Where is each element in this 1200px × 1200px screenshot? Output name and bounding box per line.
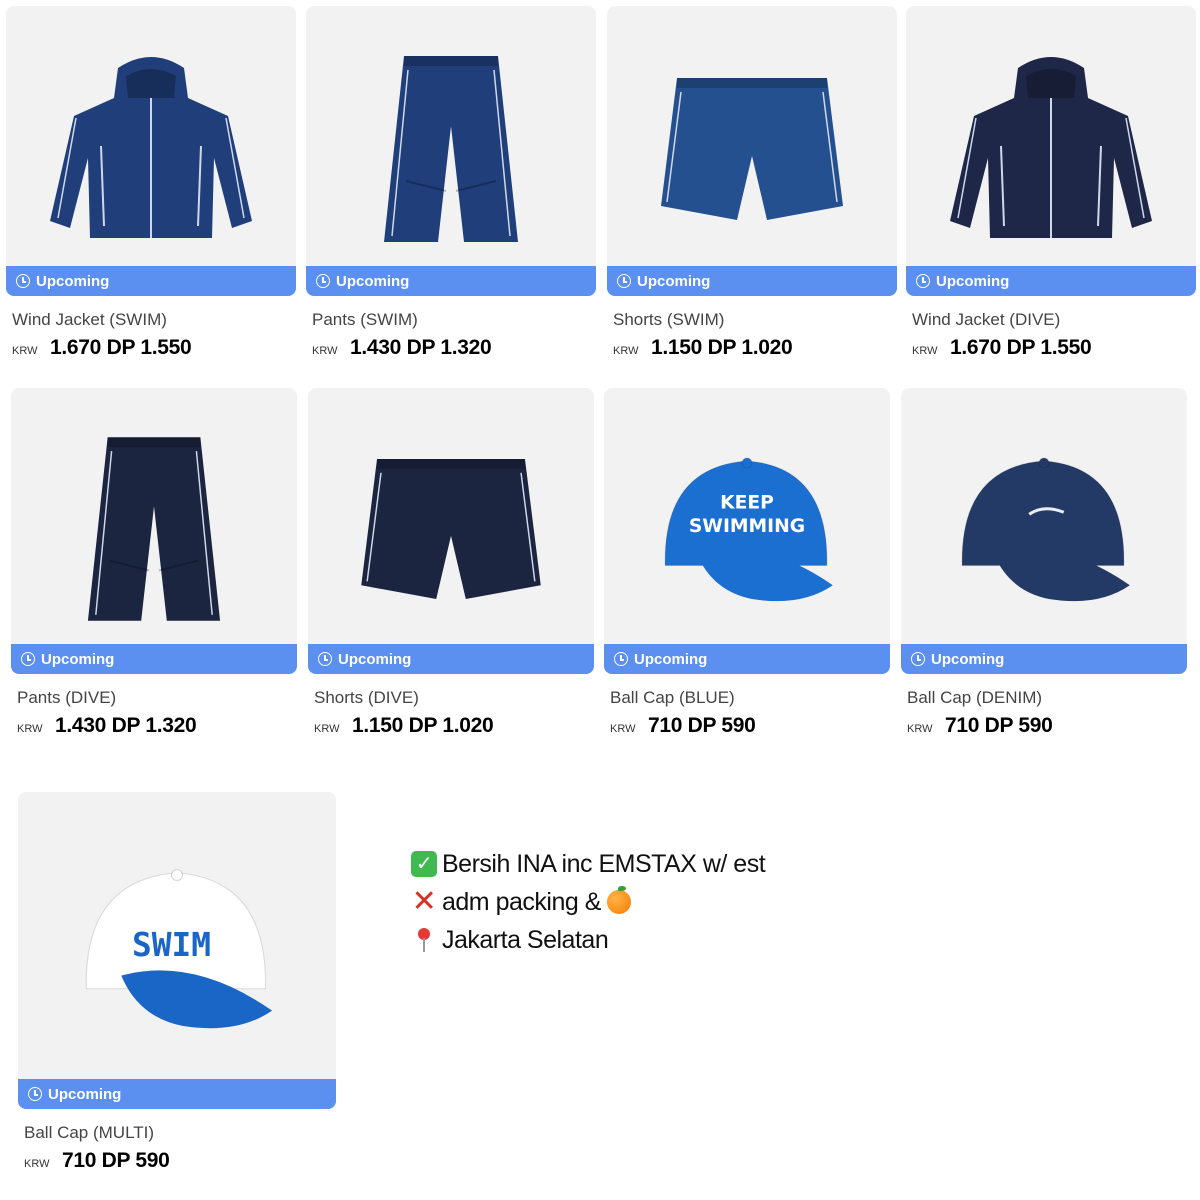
- product-price: 1.430 DP 1.320: [55, 714, 197, 737]
- status-badge: Upcoming: [6, 266, 296, 296]
- product-card[interactable]: Upcoming Pants (DIVE) KRW 1.430 DP 1.320: [11, 388, 297, 738]
- jacket-icon: [50, 57, 252, 238]
- product-price: 1.430 DP 1.320: [350, 336, 492, 359]
- svg-text:SWIMMING: SWIMMING: [689, 516, 805, 537]
- status-badge: Upcoming: [901, 644, 1187, 674]
- notes-block: ✓ Bersih INA inc EMSTAX w/ est ✕ adm pac…: [410, 845, 766, 959]
- note-text: adm packing &: [442, 888, 601, 916]
- product-name[interactable]: Pants (SWIM): [306, 310, 596, 330]
- product-image[interactable]: SWIM Upcoming: [18, 792, 336, 1109]
- product-card[interactable]: KEEP SWIMMING Upcoming Ball Cap (BLUE) K…: [604, 388, 890, 738]
- currency-label: KRW: [312, 345, 338, 357]
- product-price: 1.670 DP 1.550: [50, 336, 192, 359]
- cap-icon: SWIM: [85, 869, 273, 1029]
- product-name[interactable]: Shorts (DIVE): [308, 688, 594, 708]
- product-image[interactable]: Upcoming: [306, 6, 596, 296]
- product-name[interactable]: Shorts (SWIM): [607, 310, 897, 330]
- product-image[interactable]: Upcoming: [901, 388, 1187, 674]
- product-image[interactable]: Upcoming: [607, 6, 897, 296]
- currency-label: KRW: [912, 345, 938, 357]
- status-badge: Upcoming: [306, 266, 596, 296]
- svg-text:SWIM: SWIM: [132, 926, 211, 964]
- product-name[interactable]: Wind Jacket (SWIM): [6, 310, 296, 330]
- note-text: Bersih INA inc EMSTAX w/ est: [442, 850, 766, 878]
- clock-icon: [16, 274, 30, 288]
- clock-icon: [911, 652, 925, 666]
- clock-icon: [916, 274, 930, 288]
- note-line: ✓ Bersih INA inc EMSTAX w/ est: [410, 845, 766, 883]
- note-text: Jakarta Selatan: [442, 926, 609, 954]
- product-image[interactable]: Upcoming: [11, 388, 297, 674]
- product-image[interactable]: KEEP SWIMMING Upcoming: [604, 388, 890, 674]
- status-badge: Upcoming: [308, 644, 594, 674]
- product-image[interactable]: Upcoming: [308, 388, 594, 674]
- note-line: Jakarta Selatan: [410, 921, 765, 959]
- currency-label: KRW: [907, 723, 933, 735]
- product-name[interactable]: Wind Jacket (DIVE): [906, 310, 1196, 330]
- clock-icon: [617, 274, 631, 288]
- clock-icon: [316, 274, 330, 288]
- status-badge: Upcoming: [906, 266, 1196, 296]
- product-card[interactable]: Upcoming Wind Jacket (DIVE) KRW 1.670 DP …: [906, 6, 1196, 360]
- currency-label: KRW: [12, 345, 38, 357]
- product-price: 1.150 DP 1.020: [352, 714, 494, 737]
- currency-label: KRW: [17, 723, 43, 735]
- orange-icon: [605, 886, 633, 916]
- status-badge: Upcoming: [11, 644, 297, 674]
- product-price: 1.670 DP 1.550: [950, 336, 1092, 359]
- clock-icon: [318, 652, 332, 666]
- currency-label: KRW: [613, 345, 639, 357]
- product-name[interactable]: Ball Cap (MULTI): [18, 1123, 336, 1143]
- cap-icon: KEEP SWIMMING: [664, 457, 833, 602]
- cross-mark-icon: ✕: [411, 885, 437, 918]
- product-price: 710 DP 590: [648, 714, 756, 737]
- cap-icon: [961, 457, 1130, 602]
- status-badge: Upcoming: [18, 1079, 336, 1109]
- product-price: 710 DP 590: [62, 1149, 170, 1172]
- product-image[interactable]: Upcoming: [906, 6, 1196, 296]
- currency-label: KRW: [314, 723, 340, 735]
- product-card[interactable]: Upcoming Shorts (DIVE) KRW 1.150 DP 1.020: [308, 388, 594, 738]
- note-line: ✕ adm packing &: [410, 883, 765, 921]
- product-card[interactable]: Upcoming Shorts (SWIM) KRW 1.150 DP 1.020: [607, 6, 897, 360]
- clock-icon: [21, 652, 35, 666]
- product-card[interactable]: Upcoming Pants (SWIM) KRW 1.430 DP 1.320: [306, 6, 596, 360]
- product-name[interactable]: Pants (DIVE): [11, 688, 297, 708]
- currency-label: KRW: [24, 1158, 50, 1170]
- product-name[interactable]: Ball Cap (BLUE): [604, 688, 890, 708]
- clock-icon: [28, 1087, 42, 1101]
- product-card[interactable]: Upcoming Ball Cap (DENIM) KRW 710 DP 590: [901, 388, 1187, 738]
- product-price: 710 DP 590: [945, 714, 1053, 737]
- pants-icon: [384, 56, 518, 242]
- status-badge: Upcoming: [604, 644, 890, 674]
- svg-text:KEEP: KEEP: [720, 492, 774, 513]
- status-badge: Upcoming: [607, 266, 897, 296]
- currency-label: KRW: [610, 723, 636, 735]
- jacket-icon: [950, 57, 1152, 238]
- product-card[interactable]: SWIM Upcoming Ball Cap (MULTI) KRW 710 DP…: [18, 792, 336, 1173]
- check-mark-icon: ✓: [410, 850, 438, 878]
- pin-icon: [410, 926, 438, 954]
- pants-icon: [87, 437, 221, 621]
- product-price: 1.150 DP 1.020: [651, 336, 793, 359]
- clock-icon: [614, 652, 628, 666]
- shorts-icon: [661, 78, 843, 220]
- product-card[interactable]: Upcoming Wind Jacket (SWIM) KRW 1.670 DP …: [6, 6, 296, 360]
- product-image[interactable]: Upcoming: [6, 6, 296, 296]
- shorts-icon: [361, 459, 541, 600]
- product-name[interactable]: Ball Cap (DENIM): [901, 688, 1187, 708]
